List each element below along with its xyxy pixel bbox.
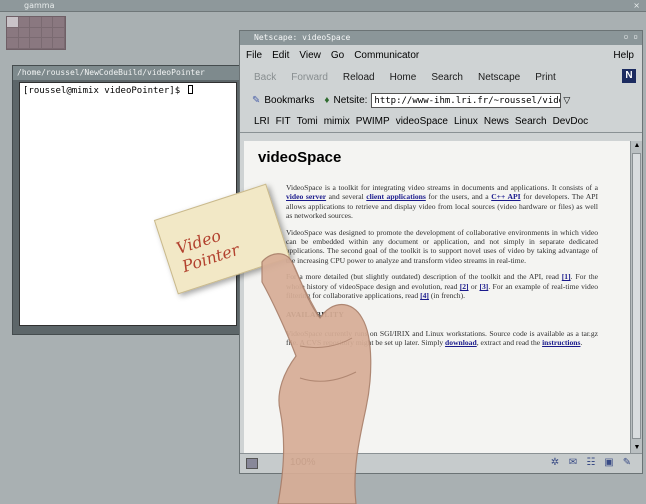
goals-paragraph: VideoSpace was designed to promote the d…	[286, 227, 598, 265]
document-body: VideoSpace is a toolkit for integrating …	[286, 183, 598, 355]
text-run: for the users, and a	[425, 192, 492, 202]
menu-bar: File Edit View Go Communicator Help	[240, 45, 642, 65]
progress-percent: 100%	[290, 457, 316, 468]
download-link[interactable]: download	[445, 338, 477, 347]
client-applications-link[interactable]: client applications	[366, 192, 426, 201]
reference-2-link[interactable]: [2]	[460, 282, 469, 291]
pager-cell[interactable]	[53, 27, 65, 39]
desktop-title-bar: gamma ×	[0, 0, 646, 12]
composer-icon[interactable]: ▣	[600, 457, 618, 468]
forward-button[interactable]: Forward	[291, 72, 328, 83]
security-lock-icon[interactable]	[246, 458, 258, 469]
status-bar: 100% ✲ ✉ ☷ ▣ ✎	[240, 453, 642, 473]
pager-cell[interactable]	[18, 38, 31, 49]
pager-cell[interactable]	[7, 27, 19, 39]
terminal-title[interactable]: /home/roussel/NewCodeBuild/videoPointer	[13, 66, 241, 80]
bookmark-lri[interactable]: LRI	[254, 116, 270, 127]
reference-1-link[interactable]: [1]	[562, 272, 571, 281]
netscape-button[interactable]: Netscape	[478, 72, 520, 83]
pager-cell[interactable]	[18, 17, 31, 28]
personal-toolbar: LRI FIT Tomi mimix PWIMP videoSpace Linu…	[240, 111, 642, 133]
component-bar: ✲ ✉ ☷ ▣ ✎	[546, 457, 636, 468]
bookmark-mimix[interactable]: mimix	[324, 116, 350, 127]
text-run: (in french).	[428, 291, 466, 301]
browser-title-bar[interactable]: Netscape: videoSpace ▫ ▫	[240, 31, 642, 45]
browser-window[interactable]: Netscape: videoSpace ▫ ▫ File Edit View …	[239, 30, 643, 474]
print-button[interactable]: Print	[535, 72, 556, 83]
bookmark-linux[interactable]: Linux	[454, 116, 478, 127]
availability-heading: AVAILABILITY	[286, 310, 345, 320]
scroll-down-icon[interactable]: ▼	[631, 443, 643, 453]
intro-paragraph: VideoSpace is a toolkit for integrating …	[286, 183, 598, 221]
reference-3-link[interactable]: [3]	[479, 282, 488, 291]
scroll-up-icon[interactable]: ▲	[631, 141, 643, 151]
bookmark-search[interactable]: Search	[515, 116, 547, 127]
scroll-thumb[interactable]	[632, 153, 641, 439]
pager-cell[interactable]	[41, 27, 54, 39]
availability-paragraph: VideoSpace currently runs on SGI/IRIX an…	[286, 329, 598, 348]
bookmark-fit[interactable]: FIT	[276, 116, 291, 127]
bookmark-devdoc[interactable]: DevDoc	[553, 116, 589, 127]
menu-communicator[interactable]: Communicator	[354, 50, 419, 61]
page-content[interactable]: videoSpace VideoSpace is a toolkit for i…	[244, 141, 630, 453]
text-run: For a more detailed (but slightly outdat…	[286, 272, 562, 282]
video-server-link[interactable]: video server	[286, 192, 326, 201]
text-run: , extract and read the	[476, 338, 543, 348]
menu-go[interactable]: Go	[331, 50, 344, 61]
pager-cell[interactable]	[41, 38, 54, 49]
text-run: .	[580, 338, 583, 348]
reference-4-link[interactable]: [4]	[420, 291, 429, 300]
close-icon[interactable]: ×	[633, 1, 640, 10]
page-title: videoSpace	[258, 149, 342, 166]
menu-view[interactable]: View	[299, 50, 321, 61]
pager-cell[interactable]	[7, 17, 19, 28]
location-bar: ✎ Bookmarks ♦ Netsite: http://www-ihm.lr…	[240, 89, 642, 111]
pager-cell[interactable]	[53, 17, 65, 28]
bookmarks-button[interactable]: Bookmarks	[264, 95, 314, 106]
pager-cell[interactable]	[30, 27, 42, 39]
pager-cell[interactable]	[53, 38, 65, 49]
bookmark-icon: ✎	[252, 94, 261, 106]
url-input[interactable]: http://www-ihm.lri.fr/~roussel/videoSpa	[371, 92, 562, 108]
menu-help[interactable]: Help	[613, 50, 634, 61]
mail-icon[interactable]: ✉	[564, 457, 582, 468]
back-button[interactable]: Back	[254, 72, 276, 83]
bookmark-tomi[interactable]: Tomi	[297, 116, 318, 127]
desktop-title: gamma	[24, 1, 55, 10]
terminal-prompt: [roussel@mimix videoPointer]$	[23, 86, 181, 96]
navigator-icon[interactable]: ✲	[546, 457, 564, 468]
pager-cell[interactable]	[30, 17, 42, 28]
url-dropdown-icon[interactable]: ▽	[563, 95, 570, 106]
discussion-icon[interactable]: ☷	[582, 457, 600, 468]
home-button[interactable]: Home	[390, 72, 417, 83]
bookmark-pwimp[interactable]: PWIMP	[356, 116, 390, 127]
pager-cell[interactable]	[18, 27, 31, 39]
location-icon[interactable]: ♦	[324, 95, 329, 106]
netsite-label: Netsite:	[333, 94, 368, 106]
window-buttons-icon[interactable]: ▫ ▫	[624, 32, 638, 41]
reload-button[interactable]: Reload	[343, 72, 375, 83]
vertical-scrollbar[interactable]: ▲ ▼	[630, 141, 642, 453]
pager-cell[interactable]	[41, 17, 54, 28]
netscape-logo-icon[interactable]: N	[622, 69, 636, 83]
bookmark-videospace[interactable]: videoSpace	[396, 116, 448, 127]
references-paragraph: For a more detailed (but slightly outdat…	[286, 272, 598, 300]
menu-file[interactable]: File	[246, 50, 262, 61]
pager-cell[interactable]	[30, 38, 42, 49]
text-run: or	[468, 281, 480, 291]
navigation-toolbar: Back Forward Reload Home Search Netscape…	[240, 65, 642, 89]
pager-cell[interactable]	[7, 38, 19, 49]
editor-icon[interactable]: ✎	[618, 457, 636, 468]
cpp-api-link[interactable]: C++ API	[491, 192, 520, 201]
search-button[interactable]: Search	[431, 72, 463, 83]
bookmark-news[interactable]: News	[484, 116, 509, 127]
text-run: VideoSpace is a toolkit for integrating …	[286, 183, 598, 192]
text-run: and several	[326, 192, 367, 202]
terminal-window[interactable]: /home/roussel/NewCodeBuild/videoPointer …	[12, 65, 242, 335]
menu-edit[interactable]: Edit	[272, 50, 289, 61]
workspace-pager[interactable]	[6, 16, 66, 50]
text-cursor	[188, 85, 194, 94]
instructions-link[interactable]: instructions	[542, 338, 580, 347]
browser-title: Netscape: videoSpace	[254, 33, 351, 42]
